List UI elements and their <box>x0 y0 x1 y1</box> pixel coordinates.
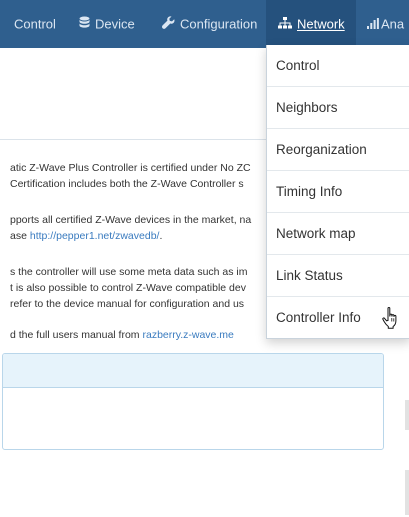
menu-item-neighbors[interactable]: Neighbors <box>267 87 409 129</box>
compatibility-line-2-prefix: ase <box>10 230 30 242</box>
certification-paragraph: atic Z-Wave Plus Controller is certified… <box>10 160 251 192</box>
meta-data-line-1: s the controller will use some meta data… <box>10 266 248 278</box>
compatibility-paragraph: pports all certified Z-Wave devices in t… <box>10 212 251 244</box>
menu-item-network-map[interactable]: Network map <box>267 213 409 255</box>
menu-item-control[interactable]: Control <box>267 45 409 87</box>
side-scroll-edge-lower <box>405 470 409 515</box>
meta-data-paragraph: s the controller will use some meta data… <box>10 264 248 312</box>
certification-line-2: Certification includes both the Z-Wave C… <box>10 178 244 190</box>
top-navbar: Control Device Configuration Network Ana <box>0 0 409 48</box>
compatibility-line-2: ase http://pepper1.net/zwavedb/. <box>10 228 251 244</box>
hand-pointer-icon <box>382 306 402 335</box>
menu-item-link-status[interactable]: Link Status <box>267 255 409 297</box>
manual-prefix: d the full users manual from <box>10 329 143 341</box>
compatibility-line-2-suffix: . <box>159 230 163 242</box>
razberry-manual-link[interactable]: razberry.z-wave.me <box>142 329 233 341</box>
nav-configuration-label: Configuration <box>180 16 258 32</box>
nav-control[interactable]: Control <box>14 0 56 48</box>
bar-chart-icon <box>367 1 379 48</box>
nav-analytics[interactable]: Ana <box>367 0 404 48</box>
nav-network[interactable]: Network <box>266 0 356 48</box>
zwavedb-link[interactable]: http://pepper1.net/zwavedb/ <box>30 230 160 242</box>
compatibility-line-1: pports all certified Z-Wave devices in t… <box>10 214 252 226</box>
database-icon <box>79 1 90 48</box>
info-panel-header <box>3 354 383 388</box>
certification-line-1: atic Z-Wave Plus Controller is certified… <box>10 162 251 174</box>
nav-analytics-label: Ana <box>381 16 405 32</box>
meta-data-line-2: t is also possible to control Z-Wave com… <box>10 282 246 294</box>
manual-paragraph: d the full users manual from razberry.z-… <box>10 327 234 343</box>
nav-control-label: Control <box>14 16 56 32</box>
nav-device[interactable]: Device <box>79 0 135 48</box>
nav-configuration[interactable]: Configuration <box>162 0 257 48</box>
nav-device-label: Device <box>95 16 135 32</box>
nav-network-label: Network <box>297 16 345 32</box>
side-scroll-edge <box>405 400 409 430</box>
sitemap-icon <box>278 1 292 48</box>
meta-data-line-3: refer to the device manual for configura… <box>10 298 245 310</box>
info-panel <box>2 353 384 450</box>
menu-item-timing-info[interactable]: Timing Info <box>267 171 409 213</box>
network-dropdown-menu: Control Neighbors Reorganization Timing … <box>266 45 409 339</box>
wrench-icon <box>162 1 175 48</box>
menu-item-reorganization[interactable]: Reorganization <box>267 129 409 171</box>
